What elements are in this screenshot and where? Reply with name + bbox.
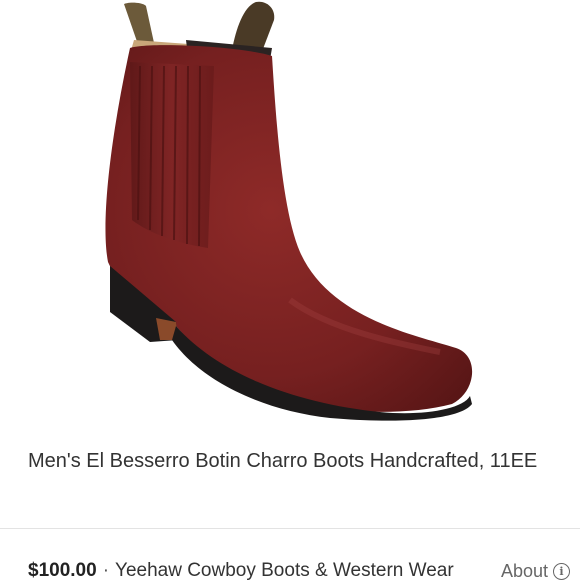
boot-illustration (105, 1, 473, 421)
separator-dot: · (102, 560, 110, 581)
product-title[interactable]: Men's El Besserro Botin Charro Boots Han… (28, 448, 568, 475)
divider (0, 528, 580, 529)
product-image[interactable] (0, 0, 580, 428)
about-label: About (500, 560, 548, 581)
listing-footer: $100.00 · Yeehaw Cowboy Boots & Western … (28, 558, 570, 584)
product-price: $100.00 (28, 560, 97, 581)
seller-name[interactable]: Yeehaw Cowboy Boots & Western Wear (115, 560, 454, 582)
about-link[interactable]: About i (501, 561, 570, 582)
info-icon: i (553, 562, 570, 580)
